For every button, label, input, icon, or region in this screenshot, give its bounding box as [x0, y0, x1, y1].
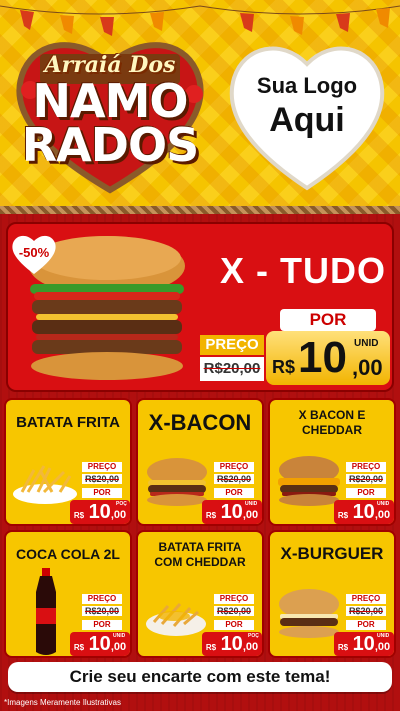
product-card: X-BURGUER PREÇO R$20,00 POR R$ 10,00 UNI… — [268, 530, 396, 658]
burger-image — [279, 589, 339, 638]
por-label: POR — [214, 620, 254, 630]
product-name: X-BURGUER — [280, 544, 384, 563]
burger-image — [147, 458, 207, 506]
preco-label: PREÇO — [82, 594, 122, 604]
old-price: R$20,00 — [214, 606, 254, 616]
preco-label: PREÇO — [214, 462, 254, 472]
por-label: POR — [82, 620, 122, 630]
product-name: X BACON E CHEDDAR — [298, 408, 366, 437]
price-dec: ,00 — [242, 641, 259, 653]
price-dec: ,00 — [110, 509, 127, 521]
preco-label: PREÇO — [82, 462, 122, 472]
product-card: BATATA FRITA PREÇO R$20,00 POR R$ 10,00 … — [4, 398, 132, 526]
unit-label: UNID — [245, 501, 258, 507]
logo-line2: Aqui — [269, 101, 345, 139]
event-title-line3: RADOS — [21, 118, 199, 172]
featured-price-dec: ,00 — [352, 355, 383, 380]
price-int: 10 — [352, 501, 375, 523]
featured-price-int: 10 — [298, 333, 347, 382]
price-dec: ,00 — [110, 641, 127, 653]
coke-bottle-image — [36, 568, 56, 655]
product-name: COCA COLA 2L — [16, 546, 120, 562]
por-label: POR — [214, 488, 254, 498]
currency: R$ — [205, 511, 217, 520]
burger-image — [278, 456, 340, 506]
featured-product-name: X - TUDO — [220, 250, 386, 291]
disclaimer-text: *Imagens Meramente Ilustrativas — [4, 698, 121, 707]
create-flyer-button[interactable]: Crie seu encarte com este tema! — [8, 662, 392, 692]
featured-currency: R$ — [272, 357, 296, 377]
old-price: R$20,00 — [346, 474, 386, 484]
featured-new-price: R$ 10 ,00 UNID — [266, 331, 390, 385]
price-dec: ,00 — [374, 641, 391, 653]
price-int: 10 — [88, 501, 111, 523]
price-int: 10 — [352, 633, 375, 655]
price-dec: ,00 — [242, 509, 259, 521]
product-card: X-BACON PREÇO R$20,00 POR R$ 10,00 UNID — [136, 398, 264, 526]
currency: R$ — [73, 643, 85, 652]
price-int: 10 — [220, 501, 243, 523]
preco-label: PREÇO — [214, 594, 254, 604]
unit-label: POÇ — [248, 633, 259, 639]
logo-line1: Sua Logo — [256, 73, 358, 98]
price-dec: ,00 — [374, 509, 391, 521]
product-card: X BACON E CHEDDAR PREÇO R$20,00 POR R$ 1… — [268, 398, 396, 526]
unit-label: UNID — [113, 633, 126, 639]
price-int: 10 — [220, 633, 243, 655]
cheddar-fries-image — [146, 602, 206, 636]
featured-por-label: POR — [280, 309, 376, 331]
unit-label: UNID — [377, 501, 390, 507]
featured-preco-label: PREÇO — [200, 335, 264, 355]
product-name: X-BACON — [148, 410, 252, 435]
price-int: 10 — [88, 633, 111, 655]
por-label: POR — [346, 488, 386, 498]
por-label: POR — [346, 620, 386, 630]
preco-label: PREÇO — [346, 462, 386, 472]
unit-label: POÇ — [116, 501, 127, 507]
rope-divider — [0, 206, 400, 214]
preco-label: PREÇO — [346, 594, 386, 604]
currency: R$ — [73, 511, 85, 520]
old-price: R$20,00 — [82, 606, 122, 616]
old-price: R$20,00 — [82, 474, 122, 484]
product-card: BATATA FRITA COM CHEDDAR PREÇO R$20,00 P… — [136, 530, 264, 658]
old-price: R$20,00 — [346, 606, 386, 616]
currency: R$ — [205, 643, 217, 652]
product-name: BATATA FRITA — [16, 414, 120, 431]
logo-placeholder-text: Sua Logo Aqui — [222, 72, 392, 140]
product-card: COCA COLA 2L PREÇO R$20,00 POR R$ 10,00 … — [4, 530, 132, 658]
currency: R$ — [337, 643, 349, 652]
featured-unit: UNID — [354, 338, 379, 349]
event-logo: Arraiá Dos NAMO RADOS — [12, 30, 208, 200]
product-name: BATATA FRITA COM CHEDDAR — [154, 540, 246, 569]
por-label: POR — [82, 488, 122, 498]
fries-image — [13, 465, 77, 504]
old-price: R$20,00 — [214, 474, 254, 484]
currency: R$ — [337, 511, 349, 520]
featured-old-price: R$20,00 — [200, 357, 264, 381]
discount-label: -50% — [18, 245, 50, 260]
unit-label: UNID — [377, 633, 390, 639]
